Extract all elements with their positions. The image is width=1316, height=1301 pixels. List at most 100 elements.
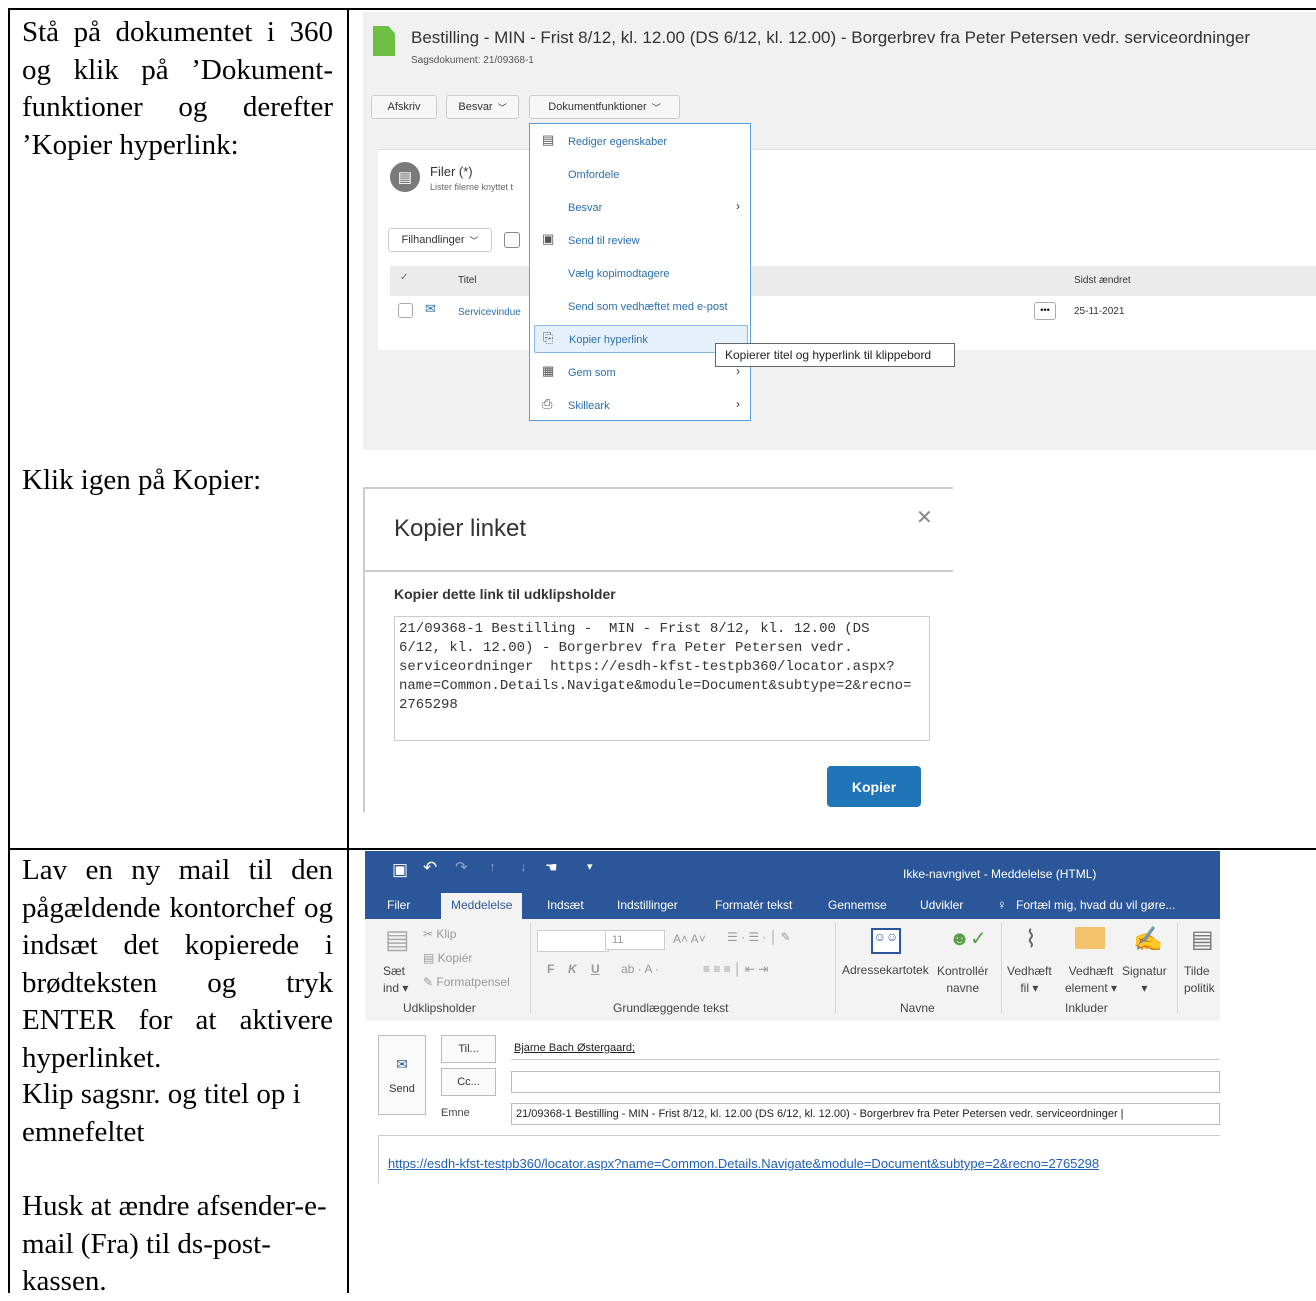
printer-icon: ⎙ (542, 396, 553, 411)
tell-me-search[interactable]: Fortæl mig, hvad du vil gøre... (1016, 898, 1175, 912)
tab-udvikler[interactable]: Udvikler (920, 898, 963, 912)
body-divider (378, 1135, 1220, 1136)
kontroller-label-1: Kontrollér (937, 964, 989, 978)
tab-filer[interactable]: Filer (387, 898, 410, 912)
envelope-attach-icon[interactable] (1075, 927, 1105, 949)
dokumentfunktioner-button[interactable]: Dokumentfunktioner ﹀ (529, 95, 680, 119)
paperclip-icon[interactable]: ⌇ (1025, 925, 1037, 954)
adressekartotek-button[interactable]: Adressekartotek (842, 963, 929, 977)
highlight-icon[interactable]: ab · A · (621, 962, 659, 976)
dialog-top-border (363, 487, 953, 489)
til-value: Bjarne Bach Østergaard; (514, 1042, 636, 1054)
column-sidst-aendret[interactable]: Sidst ændret (1074, 275, 1131, 286)
redo-icon[interactable]: ↷ (455, 858, 468, 876)
check-all-icon[interactable]: ✓ (400, 272, 408, 283)
mail-compose-area: ✉ Send Til... Cc... Emne Bjarne Bach Øst… (365, 1021, 1220, 1183)
filhandlinger-dropdown[interactable]: Filhandlinger ﹀ (388, 228, 492, 252)
signatur-label: Signatur (1122, 964, 1167, 978)
cc-button[interactable]: Cc... (441, 1068, 496, 1096)
tab-indstillinger[interactable]: Indstillinger (617, 898, 678, 912)
check-names-icon[interactable]: ☻✓ (949, 926, 987, 951)
send-label: Send (389, 1082, 415, 1095)
grow-font-icon[interactable]: A˄ A˅ (673, 932, 706, 946)
menu-item-rediger-egenskaber[interactable]: ▤ Rediger egenskaber (530, 128, 750, 154)
link-textarea[interactable]: 21/09368-1 Bestilling - MIN - Frist 8/12… (394, 616, 930, 741)
address-book-icon[interactable]: ☺☺ (871, 928, 901, 954)
align-icons[interactable]: ≡ ≡ ≡ │ ⇤ ⇥ (703, 962, 768, 976)
vedhaeft-fil-button[interactable]: Vedhæft fil ▾ (1007, 963, 1052, 997)
file-row-title[interactable]: Servicevindue (458, 307, 521, 318)
send-button[interactable]: ✉ Send (378, 1035, 426, 1115)
til-field[interactable]: Bjarne Bach Østergaard; (511, 1038, 1220, 1060)
dokumentfunktioner-menu: ▤ Rediger egenskaber Omfordele Besvar › ▣ S… (529, 123, 751, 421)
klip-label: Klip (436, 927, 457, 941)
chevron-down-icon: ﹀ (651, 102, 661, 113)
paste-icon[interactable]: ▤ (385, 924, 410, 955)
row-checkbox[interactable] (398, 303, 413, 318)
font-name-box[interactable] (537, 930, 609, 952)
formatpensel-button[interactable]: ✎ Formatpensel (423, 975, 510, 989)
tab-formater-tekst[interactable]: Formatér tekst (715, 898, 792, 912)
saet-ind-button[interactable]: Sæt ind ▾ (383, 963, 408, 997)
signature-icon[interactable]: ✍ (1133, 925, 1163, 954)
menu-item-vaelg-kopimodtagere[interactable]: Vælg kopimodtagere (530, 260, 750, 286)
dialog-left-border (363, 487, 365, 812)
saet-ind-label-2: ind (383, 981, 400, 995)
formatpensel-label: Formatpensel (436, 975, 510, 989)
italic-button[interactable]: K (568, 962, 577, 976)
dialog-title: Kopier linket (394, 515, 527, 542)
policy-icon[interactable]: ▤ (1191, 925, 1214, 954)
menu-label: Send som vedhæftet med e-post (568, 301, 728, 313)
klip-button[interactable]: ✂ Klip (423, 927, 456, 941)
mail-icon: ✉ (425, 301, 436, 316)
font-size-box[interactable]: 11 (605, 930, 665, 950)
menu-item-skilleark[interactable]: ⎙ Skilleark › (530, 392, 750, 418)
menu-item-send-til-review[interactable]: ▣ Send til review (530, 227, 750, 253)
underline-button[interactable]: U (591, 962, 600, 976)
menu-item-omfordele[interactable]: Omfordele (530, 161, 750, 187)
bold-button[interactable]: F (547, 962, 554, 976)
table-border-left (8, 8, 10, 1293)
signatur-button[interactable]: Signatur ▾ (1122, 963, 1167, 997)
vedhaeft-element-button[interactable]: Vedhæft element ▾ (1065, 963, 1117, 997)
document-icon (373, 26, 395, 56)
send-icon: ✉ (396, 1055, 408, 1072)
kopier-ribbon-button[interactable]: ▤ Kopiér (423, 951, 472, 965)
cc-field[interactable] (511, 1071, 1220, 1093)
tab-gennemse[interactable]: Gennemse (828, 898, 887, 912)
kopier-button[interactable]: Kopier (827, 766, 921, 807)
menu-label: Send til review (568, 235, 640, 247)
group-label-udklipsholder: Udklipsholder (403, 1001, 476, 1015)
emne-label: Emne (441, 1107, 470, 1119)
til-button[interactable]: Til... (441, 1035, 496, 1063)
arrow-down-icon[interactable]: ↓ (520, 859, 527, 874)
column-titel[interactable]: Titel (458, 275, 477, 286)
more-button[interactable]: ••• (1034, 302, 1056, 320)
chevron-down-icon: ﹀ (497, 102, 507, 113)
besvar-button[interactable]: Besvar ﹀ (446, 95, 519, 119)
afskriv-button[interactable]: Afskriv (371, 95, 437, 119)
body-link[interactable]: https://esdh-kfst-testpb360/locator.aspx… (388, 1156, 1099, 1171)
tab-indsaet[interactable]: Indsæt (547, 898, 584, 912)
screenshot-360-document: Bestilling - MIN - Frist 8/12, kl. 12.00… (363, 12, 1316, 450)
emne-field[interactable]: 21/09368-1 Bestilling - MIN - Frist 8/12… (511, 1103, 1220, 1125)
checkbox[interactable] (504, 232, 520, 248)
tildel-politik-button[interactable]: Tilde politik (1184, 963, 1215, 997)
kontroller-navne-button[interactable]: Kontrollér navne (937, 963, 988, 997)
bullets-icon[interactable]: ☰ · ☰ · │ ✎ (727, 930, 791, 944)
menu-item-besvar[interactable]: Besvar › (530, 194, 750, 220)
table-row-divider (8, 848, 1316, 850)
customize-icon[interactable]: ▾ (587, 860, 593, 873)
kopier-ribbon-label: Kopiér (437, 951, 473, 965)
menu-item-send-som-vedhaeftet[interactable]: Send som vedhæftet med e-post (530, 293, 750, 319)
chevron-right-icon: › (736, 397, 740, 411)
undo-icon[interactable]: ↶ (423, 858, 437, 878)
tab-meddelelse[interactable]: Meddelelse (441, 893, 523, 919)
instruction-step-2: Klik igen på Kopier: (22, 464, 262, 496)
save-icon[interactable]: ▣ (392, 860, 408, 880)
document-subtitle: Sagsdokument: 21/09368-1 (411, 55, 534, 66)
close-icon[interactable]: ✕ (916, 505, 933, 530)
separator (1177, 923, 1178, 1013)
touch-icon[interactable]: ☚ (545, 859, 558, 876)
arrow-up-icon[interactable]: ↑ (489, 859, 496, 874)
